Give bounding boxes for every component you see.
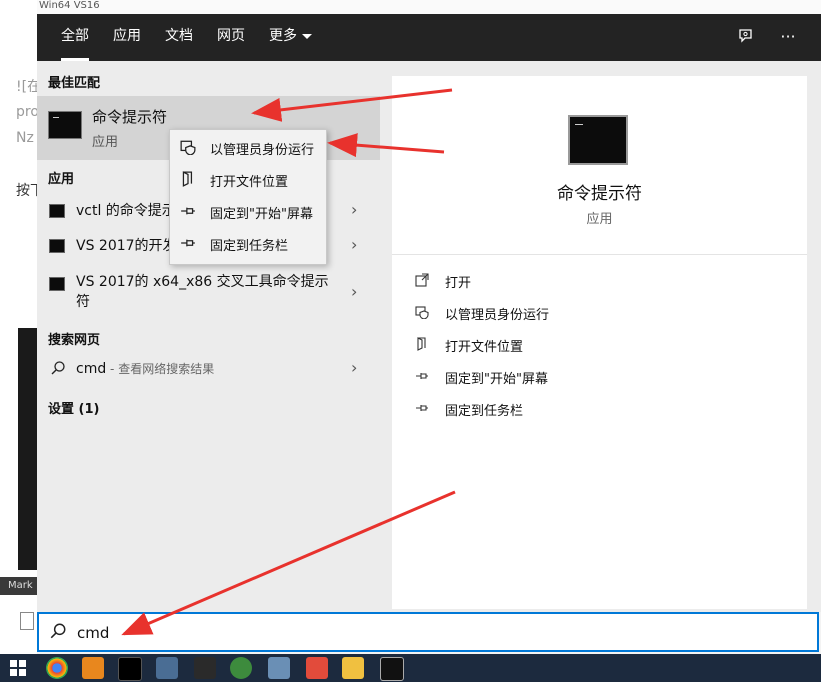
- command-prompt-icon: [49, 239, 65, 253]
- action-list: 打开 以管理员身份运行 打开文件位置 固定到"开始"屏幕 固定到任务栏: [392, 254, 807, 609]
- tab-web[interactable]: 网页: [217, 14, 245, 61]
- settings-heading[interactable]: 设置 (1): [48, 398, 99, 417]
- tab-all[interactable]: 全部: [61, 14, 89, 61]
- background-label: Mark: [0, 577, 37, 595]
- search-icon: [50, 360, 66, 380]
- background-text: Win64 VS16: [39, 0, 100, 11]
- intellij-icon[interactable]: [118, 657, 142, 681]
- tab-more[interactable]: 更多: [269, 14, 312, 61]
- command-prompt-icon: [49, 204, 65, 218]
- document-icon: [20, 612, 34, 630]
- tab-label: 应用: [113, 28, 141, 44]
- tab-label: 更多: [269, 28, 297, 44]
- web-search-item[interactable]: cmd - 查看网络搜索结果 ›: [37, 356, 380, 384]
- chevron-right-icon[interactable]: ›: [351, 200, 357, 219]
- tab-apps[interactable]: 应用: [113, 14, 141, 61]
- search-icon: [49, 622, 67, 644]
- search-box: [37, 612, 819, 652]
- command-prompt-icon: [568, 115, 628, 165]
- web-hint: - 查看网络搜索结果: [106, 362, 215, 376]
- pin-icon: [414, 369, 430, 385]
- app-icon[interactable]: [306, 657, 328, 679]
- taskbar: [0, 654, 821, 682]
- background-text: Nz: [16, 130, 34, 146]
- chrome-icon[interactable]: [46, 657, 68, 679]
- remote-desktop-icon[interactable]: [156, 657, 178, 679]
- more-glyph: ···: [780, 27, 796, 46]
- file-location-icon: [414, 337, 430, 353]
- detail-title: 命令提示符: [557, 184, 642, 204]
- chevron-right-icon[interactable]: ›: [351, 358, 357, 377]
- windows-start-icon[interactable]: [10, 660, 26, 676]
- sublime-icon[interactable]: [82, 657, 104, 679]
- command-prompt-icon: [48, 111, 82, 139]
- context-label: 以管理员身份运行: [210, 143, 315, 158]
- search-input[interactable]: [75, 621, 779, 645]
- action-label: 打开文件位置: [445, 340, 524, 355]
- file-location-icon: [179, 171, 197, 189]
- context-run-as-admin[interactable]: 以管理员身份运行: [170, 134, 326, 162]
- feedback-icon[interactable]: [736, 27, 756, 47]
- tab-label: 全部: [61, 28, 89, 44]
- pin-icon: [179, 235, 197, 253]
- start-search-menu: 全部 应用 文档 网页 更多 ··· 最佳匹配 命令提示符 应用 应用 vctl…: [37, 14, 821, 612]
- tab-documents[interactable]: 文档: [165, 14, 193, 61]
- action-label: 固定到任务栏: [445, 404, 524, 419]
- web-search-label: cmd - 查看网络搜索结果: [76, 360, 214, 377]
- chevron-right-icon[interactable]: ›: [351, 282, 357, 301]
- search-scope-bar: 全部 应用 文档 网页 更多 ···: [37, 14, 821, 61]
- action-label: 以管理员身份运行: [445, 308, 550, 323]
- image-viewer-icon[interactable]: [268, 657, 290, 679]
- background-text: pro: [16, 104, 39, 120]
- context-pin-to-start[interactable]: 固定到"开始"屏幕: [170, 198, 326, 226]
- file-explorer-icon[interactable]: [342, 657, 364, 679]
- pin-icon: [414, 401, 430, 417]
- web-search-heading: 搜索网页: [48, 333, 101, 348]
- more-options-icon[interactable]: ···: [778, 27, 798, 47]
- best-match-title: 命令提示符: [92, 108, 168, 126]
- background-terminal: [18, 328, 37, 570]
- action-label: 打开: [445, 276, 472, 291]
- apps-heading: 应用: [48, 172, 75, 187]
- context-menu: 以管理员身份运行 打开文件位置 固定到"开始"屏幕 固定到任务栏: [169, 129, 327, 265]
- best-match-subtitle: 应用: [92, 135, 119, 150]
- context-open-file-location[interactable]: 打开文件位置: [170, 166, 326, 194]
- context-label: 打开文件位置: [210, 175, 289, 190]
- web-query: cmd: [76, 361, 107, 377]
- tab-label: 网页: [217, 28, 245, 44]
- detail-pane: 命令提示符 应用 打开 以管理员身份运行 打开文件位置 固定到"开始"屏幕 固定…: [380, 61, 821, 612]
- shield-icon: [179, 139, 197, 157]
- command-prompt-icon: [49, 277, 65, 291]
- background-top-strip: Win64 VS16: [37, 0, 821, 14]
- context-pin-to-taskbar[interactable]: 固定到任务栏: [170, 230, 326, 258]
- action-label: 固定到"开始"屏幕: [445, 372, 548, 387]
- best-match-heading: 最佳匹配: [48, 76, 101, 91]
- list-item[interactable]: VS 2017的 x64_x86 交叉工具命令提示符 ›: [37, 268, 380, 314]
- detail-subtitle: 应用: [586, 212, 613, 227]
- open-icon: [414, 273, 430, 289]
- tab-label: 文档: [165, 28, 193, 44]
- context-label: 固定到"开始"屏幕: [210, 207, 313, 222]
- shield-icon: [414, 305, 430, 321]
- detail-card: 命令提示符 应用: [392, 76, 807, 254]
- chevron-down-icon: [302, 33, 312, 39]
- pin-icon: [179, 203, 197, 221]
- app-label: VS 2017的 x64_x86 交叉工具命令提示符: [76, 274, 329, 310]
- app-icon[interactable]: [194, 657, 216, 679]
- chevron-right-icon[interactable]: ›: [351, 235, 357, 254]
- context-label: 固定到任务栏: [210, 239, 289, 254]
- network-icon[interactable]: [230, 657, 252, 679]
- command-prompt-icon[interactable]: [380, 657, 404, 681]
